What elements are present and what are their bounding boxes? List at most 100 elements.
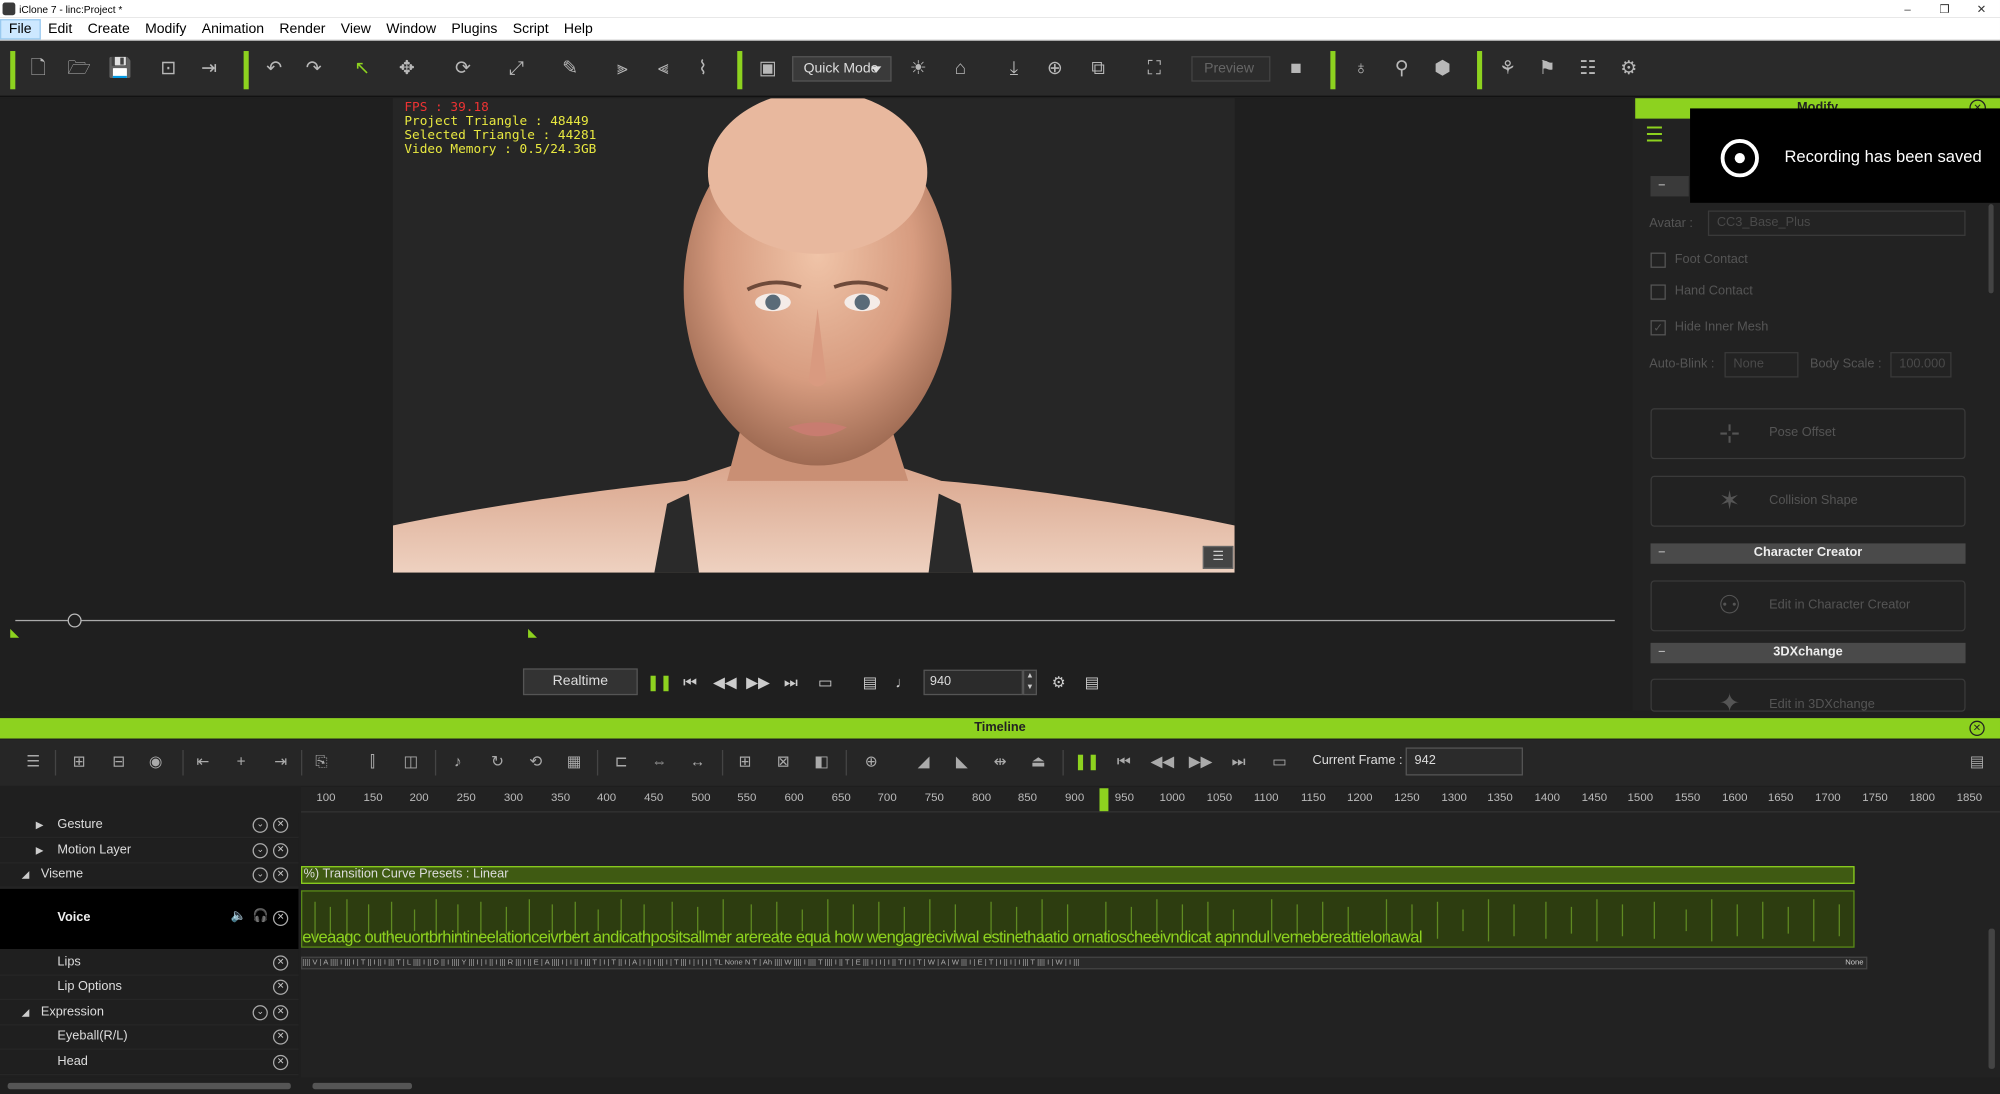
loop-clip-icon[interactable]: ↻ bbox=[486, 750, 509, 773]
track-head[interactable]: Head ✕ bbox=[0, 1050, 299, 1076]
timeline-toggle-icon[interactable]: ▤ bbox=[1080, 670, 1103, 696]
track-viseme[interactable]: ◢ Viseme ⌄ ✕ bbox=[0, 862, 299, 888]
loop-icon[interactable]: ▭ bbox=[814, 670, 837, 696]
pick-parent-icon[interactable]: ⧉ bbox=[1084, 55, 1112, 83]
pose-offset-button[interactable]: ⊹ Pose Offset bbox=[1650, 408, 1966, 460]
track-list-icon[interactable]: ☰ bbox=[22, 750, 45, 773]
save-icon[interactable]: 💾 bbox=[106, 55, 134, 83]
avatar-field[interactable]: CC3_Base_Plus bbox=[1707, 210, 1966, 236]
fit-view-icon[interactable]: ⛶ bbox=[1140, 55, 1168, 83]
timeline-vertical-scrollbar[interactable] bbox=[1988, 928, 1995, 1069]
transition-clip[interactable]: %) Transition Curve Presets : Linear bbox=[301, 866, 1855, 884]
remove-frames-icon[interactable]: ⊠ bbox=[772, 750, 795, 773]
sample-icon[interactable]: ▦ bbox=[562, 750, 585, 773]
ik-icon[interactable]: ♁ bbox=[1347, 55, 1375, 83]
collision-shape-button[interactable]: ✶ Collision Shape bbox=[1650, 475, 1966, 527]
timeline-playhead[interactable] bbox=[1099, 788, 1109, 812]
hand-contact-checkbox[interactable] bbox=[1650, 284, 1666, 300]
track-close-icon[interactable]: ✕ bbox=[272, 843, 289, 859]
timeline-close-icon[interactable]: ✕ bbox=[1969, 720, 1985, 736]
realtime-button[interactable]: Realtime bbox=[522, 668, 638, 696]
distribute-icon[interactable]: ⫷ bbox=[649, 55, 677, 83]
pause-icon[interactable]: ❚❚ bbox=[647, 670, 673, 696]
previous-key-icon[interactable]: ⇤ bbox=[191, 750, 214, 773]
flag-icon[interactable]: ⚑ bbox=[1533, 55, 1561, 83]
hide-inner-mesh-checkbox[interactable]: ✓ bbox=[1650, 320, 1666, 336]
insert-clip-icon[interactable]: ⊏ bbox=[610, 750, 633, 773]
center-icon[interactable]: ⊕ bbox=[1041, 55, 1069, 83]
cube-group-icon[interactable]: ⬢ bbox=[1429, 55, 1457, 83]
collect-clip-icon[interactable]: ⊞ bbox=[68, 750, 91, 773]
mark-in-icon[interactable]: ◢ bbox=[912, 750, 935, 773]
track-eyeball[interactable]: Eyeball(R/L) ✕ bbox=[0, 1024, 299, 1050]
time-slider-track[interactable] bbox=[15, 619, 1615, 622]
track-motion-layer[interactable]: ▶ Motion Layer ⌄ ✕ bbox=[0, 838, 299, 864]
voice-clip[interactable]: eveaagc outheuortbrhintineelationceivrbe… bbox=[301, 890, 1855, 948]
timeline-horizontal-scrollbar[interactable] bbox=[312, 1082, 412, 1090]
track-menu-icon[interactable]: ⌄ bbox=[252, 817, 268, 833]
track-close-icon[interactable]: ✕ bbox=[272, 979, 289, 995]
menu-animation[interactable]: Animation bbox=[194, 20, 272, 38]
select-arrow-icon[interactable]: ↖ bbox=[348, 55, 376, 83]
expand-arrow-icon[interactable]: ▶ bbox=[36, 812, 44, 838]
track-menu-icon[interactable]: ⌄ bbox=[252, 867, 268, 883]
break-icon[interactable]: ◫ bbox=[399, 750, 422, 773]
menu-create[interactable]: Create bbox=[80, 20, 137, 38]
track-expression[interactable]: ◢ Expression ⌄ ✕ bbox=[0, 1000, 299, 1026]
undo-icon[interactable]: ↶ bbox=[260, 55, 288, 83]
character-tools-icon[interactable]: ⚘ bbox=[1494, 55, 1522, 83]
previous-frame-icon[interactable]: ◀◀ bbox=[713, 670, 737, 696]
attribute-tab-icon[interactable]: ☰ bbox=[1639, 122, 1670, 153]
menu-file[interactable]: File bbox=[0, 18, 41, 39]
timeline-prev-icon[interactable]: ◀◀ bbox=[1151, 750, 1175, 773]
speed-icon[interactable]: ⟲ bbox=[524, 750, 547, 773]
zoom-icon[interactable]: ⊕ bbox=[860, 750, 883, 773]
track-gesture[interactable]: ▶ Gesture ⌄ ✕ bbox=[0, 812, 299, 839]
track-close-icon[interactable]: ✕ bbox=[272, 1029, 289, 1045]
track-close-icon[interactable]: ✕ bbox=[272, 955, 289, 971]
mute-icon[interactable]: 🔈 bbox=[231, 909, 247, 923]
camera-icon[interactable]: ■ bbox=[1282, 55, 1310, 83]
light-icon[interactable]: ☀ bbox=[904, 55, 932, 83]
checklist-icon[interactable]: ☷ bbox=[1574, 55, 1602, 83]
track-close-icon[interactable]: ✕ bbox=[272, 867, 289, 883]
timeline-end-icon[interactable]: ⏭ bbox=[1227, 750, 1250, 773]
track-close-icon[interactable]: ✕ bbox=[272, 910, 289, 927]
time-slider-thumb[interactable] bbox=[67, 613, 82, 628]
subtitle-toggle-icon[interactable]: ▤ bbox=[858, 670, 881, 696]
timeline-start-icon[interactable]: ⏮ bbox=[1112, 750, 1135, 773]
playback-settings-icon[interactable]: ⚙ bbox=[1047, 670, 1070, 696]
character-creator-section[interactable]: − Character Creator bbox=[1650, 543, 1966, 564]
add-key-icon[interactable]: + bbox=[230, 750, 253, 773]
range-start-marker[interactable] bbox=[10, 628, 20, 638]
track-lips[interactable]: Lips ✕ bbox=[0, 950, 299, 976]
menu-script[interactable]: Script bbox=[505, 20, 556, 38]
menu-view[interactable]: View bbox=[333, 20, 378, 38]
subtitle-icon[interactable]: ☰ bbox=[1202, 545, 1234, 569]
audio-note-icon[interactable]: ♪ bbox=[446, 750, 469, 773]
track-lip-options[interactable]: Lip Options ✕ bbox=[0, 974, 299, 1000]
import-icon[interactable]: ⊡ bbox=[154, 55, 182, 83]
rotate-icon[interactable]: ⟳ bbox=[449, 55, 477, 83]
show-hide-icon[interactable]: ◉ bbox=[144, 750, 167, 773]
menu-modify[interactable]: Modify bbox=[137, 20, 194, 38]
sound-note-icon[interactable]: ♩ bbox=[892, 670, 915, 696]
go-to-start-icon[interactable]: ⏮ bbox=[679, 670, 702, 696]
timeline-loop-icon[interactable]: ▭ bbox=[1268, 750, 1291, 773]
body-scale-input[interactable]: 100.000 bbox=[1890, 352, 1952, 378]
close-button[interactable]: ✕ bbox=[1963, 0, 2000, 18]
frame-input[interactable]: 940 bbox=[923, 669, 1023, 696]
insert-frames-icon[interactable]: ⊞ bbox=[733, 750, 756, 773]
timeline-next-icon[interactable]: ▶▶ bbox=[1189, 750, 1213, 773]
panel-collapse-bar[interactable]: − bbox=[1650, 176, 1689, 197]
menu-edit[interactable]: Edit bbox=[40, 20, 80, 38]
auto-blink-dropdown[interactable]: None bbox=[1724, 352, 1799, 378]
timeline-options-icon[interactable]: ▤ bbox=[1966, 750, 1989, 773]
track-voice[interactable]: Voice 🔈 🎧 ✕ bbox=[0, 889, 299, 949]
hide-icon[interactable]: ⌇ bbox=[689, 55, 717, 83]
mark-out-icon[interactable]: ◣ bbox=[950, 750, 973, 773]
fit-range-icon[interactable]: ⇹ bbox=[989, 750, 1012, 773]
open-folder-icon[interactable]: 🗁 bbox=[65, 55, 93, 83]
3dxchange-section[interactable]: −3DXchange bbox=[1650, 642, 1966, 664]
foot-contact-checkbox[interactable] bbox=[1650, 252, 1666, 268]
